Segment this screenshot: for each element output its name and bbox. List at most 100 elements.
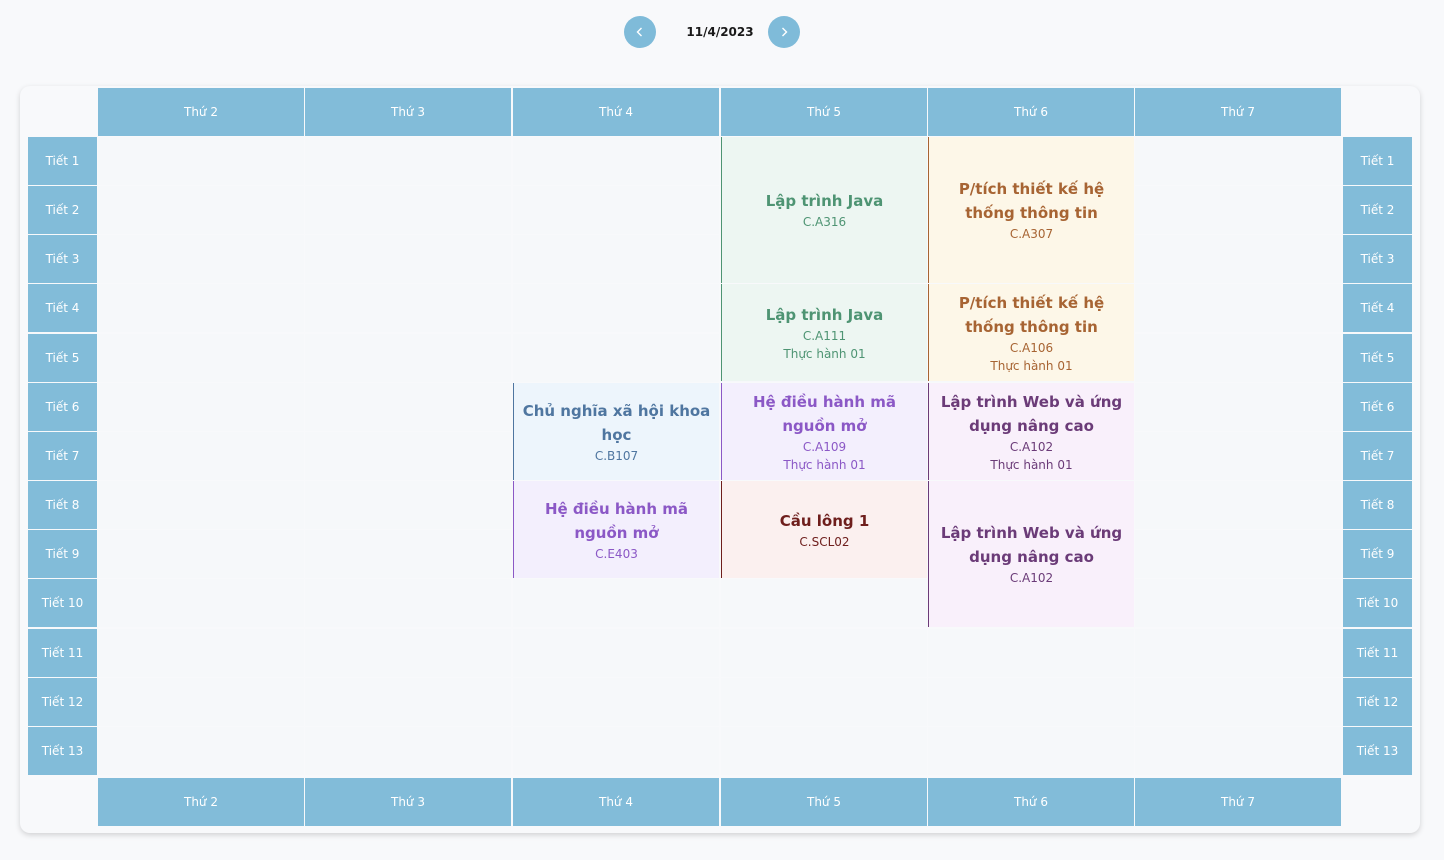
class-title: Hệ điều hành mã nguồn mở: [752, 392, 897, 435]
day-header: Thứ 3: [305, 88, 511, 136]
period-label: Tiết 1: [1343, 137, 1412, 185]
timetable-cell[interactable]: [98, 137, 304, 185]
timetable-cell[interactable]: [513, 137, 719, 185]
timetable-cell[interactable]: [305, 629, 511, 677]
timetable-cell[interactable]: [305, 579, 511, 627]
day-header: Thứ 7: [1135, 778, 1341, 826]
day-header: Thứ 2: [98, 88, 304, 136]
timetable-cell[interactable]: [721, 629, 927, 677]
timetable-cell[interactable]: [98, 678, 304, 726]
timetable-cell[interactable]: [513, 186, 719, 234]
period-label: Tiết 7: [1343, 432, 1412, 480]
timetable-cell[interactable]: [513, 727, 719, 775]
timetable-cell[interactable]: [928, 678, 1134, 726]
day-header: Thứ 3: [305, 778, 511, 826]
period-label: Tiết 6: [1343, 383, 1412, 431]
class-title: Lập trình Java: [765, 305, 884, 324]
timetable-cell[interactable]: [98, 629, 304, 677]
timetable-cell[interactable]: [1135, 235, 1341, 283]
day-header: Thứ 5: [721, 88, 927, 136]
timetable-cell[interactable]: [1135, 481, 1341, 529]
timetable-cell[interactable]: [98, 383, 304, 431]
timetable-cell[interactable]: [305, 137, 511, 185]
timetable-cell[interactable]: [721, 678, 927, 726]
timetable-cell[interactable]: [1135, 579, 1341, 627]
class-title: Lập trình Java: [765, 192, 884, 210]
timetable-cell[interactable]: [305, 481, 511, 529]
period-label: Tiết 5: [28, 334, 97, 382]
class-event[interactable]: Lập trình Java C.A316: [721, 137, 927, 283]
day-header: Thứ 4: [513, 778, 719, 826]
timetable-cell[interactable]: [721, 727, 927, 775]
timetable-cell[interactable]: [1135, 334, 1341, 382]
timetable-cell[interactable]: [98, 530, 304, 578]
timetable-cell[interactable]: [98, 186, 304, 234]
day-header: Thứ 6: [928, 88, 1134, 136]
timetable-cell[interactable]: [513, 579, 719, 627]
timetable-cell[interactable]: [721, 579, 927, 627]
timetable-cell[interactable]: [513, 629, 719, 677]
class-room: C.A102: [1009, 571, 1054, 585]
class-event[interactable]: Chủ nghĩa xã hội khoa học C.B107: [513, 383, 719, 480]
timetable-cell[interactable]: [98, 284, 304, 332]
class-event[interactable]: Hệ điều hành mã nguồn mở C.A109 Thực hành …: [721, 383, 927, 480]
timetable-cell[interactable]: [1135, 530, 1341, 578]
timetable-cell[interactable]: [305, 383, 511, 431]
class-event[interactable]: Lập trình Web và ứng dụng nâng cao C.A102: [928, 481, 1134, 627]
class-title: Lập trình Web và ứng dụng nâng cao: [940, 392, 1123, 435]
class-event[interactable]: Lập trình Java C.A111 Thực hành 01: [721, 284, 927, 381]
day-header: Thứ 4: [513, 88, 719, 136]
timetable-cell[interactable]: [305, 530, 511, 578]
class-event[interactable]: P/tích thiết kế hệ thống thông tin C.A106…: [928, 284, 1134, 381]
day-header: Thứ 7: [1135, 88, 1341, 136]
timetable-cell[interactable]: [513, 678, 719, 726]
class-room: C.A106: [1009, 340, 1054, 355]
class-event[interactable]: Cầu lông 1 C.SCL02: [721, 481, 927, 578]
timetable-cell[interactable]: [98, 481, 304, 529]
timetable-cell[interactable]: [1135, 678, 1341, 726]
timetable-cell[interactable]: [513, 284, 719, 332]
class-room: C.E403: [595, 546, 638, 561]
class-event[interactable]: Lập trình Web và ứng dụng nâng cao C.A102…: [928, 383, 1134, 480]
period-label: Tiết 3: [1343, 235, 1412, 283]
timetable-cell[interactable]: [305, 186, 511, 234]
class-event[interactable]: P/tích thiết kế hệ thống thông tin C.A307: [928, 137, 1134, 283]
class-room: C.A111: [802, 328, 847, 343]
class-event[interactable]: Hệ điều hành mã nguồn mở C.E403: [513, 481, 719, 578]
timetable-cell[interactable]: [98, 334, 304, 382]
period-label: Tiết 9: [28, 530, 97, 578]
timetable-cell[interactable]: [305, 727, 511, 775]
timetable-cell[interactable]: [305, 235, 511, 283]
timetable-cell[interactable]: [1135, 284, 1341, 332]
period-label: Tiết 10: [28, 579, 97, 627]
timetable-cell[interactable]: [305, 432, 511, 480]
class-room: C.A316: [802, 215, 847, 229]
timetable-cell[interactable]: [513, 334, 719, 382]
period-label: Tiết 6: [28, 383, 97, 431]
class-note: Thực hành 01: [990, 457, 1073, 472]
timetable-cell[interactable]: [1135, 383, 1341, 431]
timetable-cell[interactable]: [1135, 432, 1341, 480]
timetable-cell[interactable]: [928, 727, 1134, 775]
period-label: Tiết 4: [1343, 284, 1412, 332]
timetable-cell[interactable]: [513, 235, 719, 283]
timetable-cell[interactable]: [98, 727, 304, 775]
timetable-cell[interactable]: [98, 235, 304, 283]
period-label: Tiết 8: [28, 481, 97, 529]
class-room: C.SCL02: [799, 534, 850, 549]
class-room: C.A102: [1009, 439, 1054, 454]
timetable-cell[interactable]: [1135, 186, 1341, 234]
class-note: Thực hành 01: [783, 346, 866, 361]
class-title: P/tích thiết kế hệ thống thông tin: [958, 293, 1105, 336]
period-label: Tiết 3: [28, 235, 97, 283]
timetable-cell[interactable]: [98, 579, 304, 627]
timetable-cell[interactable]: [1135, 629, 1341, 677]
period-label: Tiết 10: [1343, 579, 1412, 627]
timetable-cell[interactable]: [305, 334, 511, 382]
timetable-cell[interactable]: [1135, 727, 1341, 775]
timetable-cell[interactable]: [1135, 137, 1341, 185]
timetable-cell[interactable]: [98, 432, 304, 480]
timetable-cell[interactable]: [305, 284, 511, 332]
timetable-cell[interactable]: [928, 629, 1134, 677]
timetable-cell[interactable]: [305, 678, 511, 726]
